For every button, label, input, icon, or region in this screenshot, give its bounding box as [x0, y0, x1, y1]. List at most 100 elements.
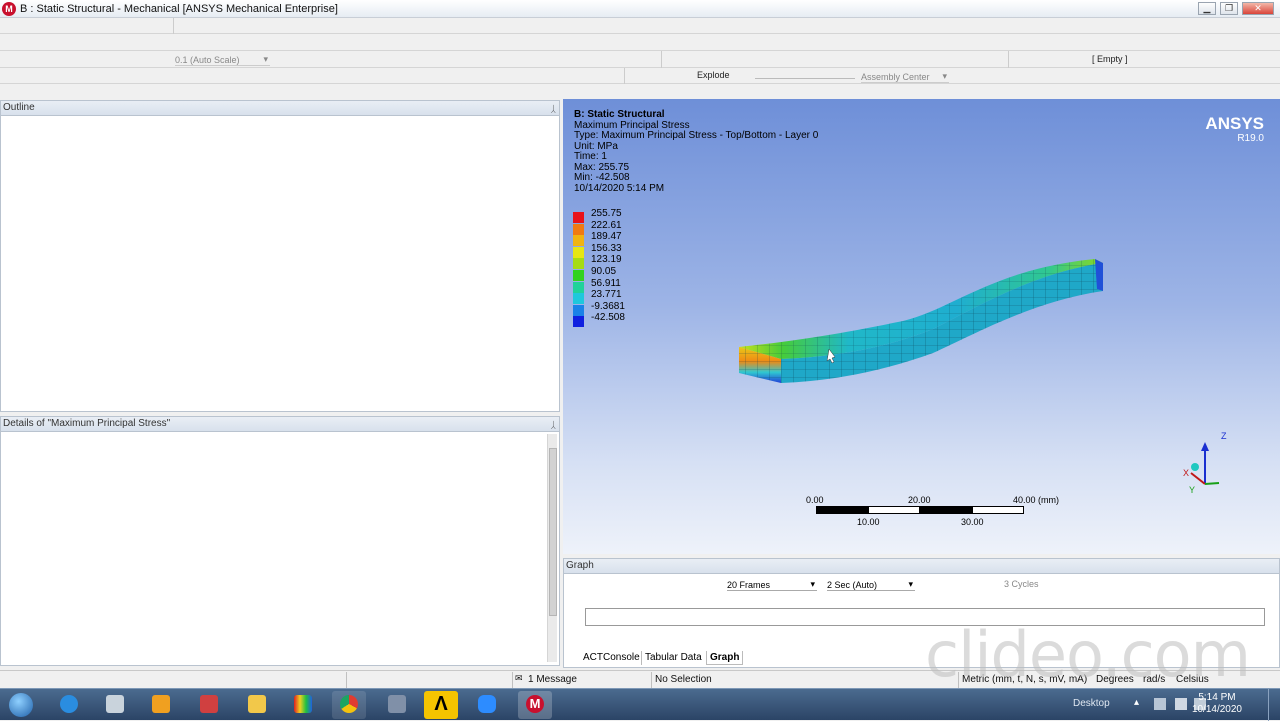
explode-slider[interactable]: [755, 78, 855, 79]
close-button[interactable]: ✕: [1242, 2, 1274, 15]
ansys-version: R19.0: [1237, 133, 1264, 144]
triad-y-axis: [1204, 482, 1220, 485]
assembly-center-value: Assembly Center: [861, 72, 930, 82]
frames-dropdown[interactable]: 20 Frames ▾: [727, 579, 817, 591]
scale-bar: [816, 506, 1026, 514]
taskbar-geometry[interactable]: [380, 691, 414, 719]
ansys-logo: ANSYS: [1205, 114, 1264, 133]
outline-title: Outline: [3, 102, 35, 113]
legend-swatch: [573, 235, 584, 247]
pin-icon[interactable]: ᛸ: [551, 102, 556, 116]
legend-value: 156.33: [591, 242, 622, 254]
taskbar-workbench[interactable]: [286, 691, 320, 719]
tray-expand-icon[interactable]: ▴: [1134, 697, 1139, 708]
status-divider: [346, 672, 347, 688]
legend-value: 90.05: [591, 266, 617, 277]
action-center-icon[interactable]: [1154, 698, 1166, 710]
scale-label-10: 10.00: [857, 517, 880, 527]
legend-value: 56.911: [591, 277, 621, 289]
tab-actconsole[interactable]: ACTConsole: [580, 651, 643, 665]
outline-header: Outline ᛸ: [0, 100, 560, 116]
ansys-icon: Λ: [434, 693, 448, 715]
toolbar-row-3: 0.1 (Auto Scale) ▾ [ Empty ]: [0, 51, 1280, 68]
app-icon[interactable]: M: [2, 2, 16, 16]
title-bar: M B : Static Structural - Mechanical [AN…: [0, 0, 1280, 18]
tab-graph[interactable]: Graph: [706, 651, 744, 665]
folder-icon: [248, 695, 266, 713]
show-desktop-button[interactable]: [1268, 689, 1280, 721]
taskbar-explorer[interactable]: [240, 691, 274, 719]
status-divider: [512, 672, 513, 688]
legend-swatch: [573, 223, 584, 235]
tab-tabular-data[interactable]: Tabular Data: [641, 651, 705, 665]
chevron-down-icon: ▾: [942, 71, 947, 81]
beam-model[interactable]: [733, 249, 1113, 389]
scale-label-30: 30.00: [961, 517, 984, 527]
outline-tree[interactable]: [0, 116, 560, 412]
triad-iso-ball[interactable]: [1191, 463, 1199, 471]
toolbar-divider: [624, 68, 625, 84]
legend-value: 189.47: [591, 231, 622, 243]
speed-dropdown[interactable]: 2 Sec (Auto) ▾: [827, 579, 915, 591]
status-messages[interactable]: 1 Message: [528, 674, 577, 685]
details-header: Details of "Maximum Principal Stress" ᛸ: [0, 416, 560, 432]
legend-entry[interactable]: -42.508: [563, 312, 653, 328]
legend-swatch: [573, 281, 584, 293]
legend-swatch: [573, 293, 584, 305]
legend-swatch: [573, 258, 584, 270]
triad-y-label: Y: [1189, 485, 1196, 495]
chevron-down-icon: ▾: [908, 579, 913, 589]
system-clock[interactable]: 5:14 PM 10/14/2020: [1192, 692, 1242, 716]
scale-label-20: 20.00: [908, 495, 931, 505]
start-button[interactable]: [4, 691, 36, 719]
contour-legend[interactable]: 255.75 222.61 189.47 156.33 123.19 90.05 56.91…: [563, 208, 663, 332]
chevron-down-icon: ▾: [810, 579, 815, 589]
triad-z-label: Z: [1221, 431, 1227, 441]
taskbar-chrome[interactable]: [332, 691, 366, 719]
taskbar-snipping[interactable]: [192, 691, 226, 719]
details-panel: Details of "Maximum Principal Stress" ᛸ: [0, 416, 560, 666]
legend-value: 23.771: [591, 289, 622, 301]
graphics-viewport[interactable]: B: Static Structural Maximum Principal S…: [563, 99, 1280, 554]
legend-swatch: [573, 270, 584, 281]
restore-button[interactable]: ❐: [1220, 2, 1238, 15]
windows-logo-icon: [9, 693, 33, 717]
watermark: clideo.com: [925, 618, 1251, 691]
scale-bar-segment: [868, 506, 920, 514]
calculator-icon: [106, 695, 124, 713]
details-scrollbar[interactable]: [547, 434, 557, 662]
viewport-result-type: Type: Maximum Principal Stress - Top/Bot…: [574, 130, 819, 141]
legend-swatch: [573, 246, 584, 258]
scrollbar-thumb[interactable]: [549, 448, 557, 616]
graph-title: Graph: [566, 560, 594, 571]
viewport-date: 10/14/2020 5:14 PM: [574, 183, 665, 194]
pin-icon[interactable]: ᛸ: [551, 418, 556, 432]
taskbar-zoom[interactable]: [470, 691, 504, 719]
details-title: Details of "Maximum Principal Stress": [3, 418, 171, 429]
legend-swatch: [573, 304, 584, 316]
status-divider: [651, 672, 652, 688]
triad-z-arrow: [1201, 442, 1209, 451]
assembly-center-dropdown[interactable]: Assembly Center ▾: [861, 71, 949, 83]
taskbar-calculator[interactable]: [98, 691, 132, 719]
internet-explorer-icon: [60, 695, 78, 713]
chevron-down-icon: ▾: [263, 54, 268, 64]
taskbar-media[interactable]: [144, 691, 178, 719]
network-icon[interactable]: [1175, 698, 1187, 710]
legend-value: -9.3681: [591, 300, 625, 312]
taskbar-ansys[interactable]: Λ: [424, 691, 458, 719]
details-grid[interactable]: [0, 432, 560, 666]
scale-label-0: 0.00: [806, 495, 824, 505]
empty-field[interactable]: [ Empty ]: [1092, 54, 1128, 64]
scale-bar-segment: [920, 506, 972, 514]
mechanical-icon: M: [526, 695, 544, 713]
taskbar-mechanical[interactable]: M: [518, 691, 552, 719]
taskbar-ie[interactable]: [52, 691, 86, 719]
desktop-toolbar[interactable]: Desktop: [1073, 698, 1110, 709]
minimize-button[interactable]: ▁: [1198, 2, 1216, 15]
status-selection: No Selection: [655, 674, 712, 685]
geometry-icon: [388, 695, 406, 713]
scale-dropdown[interactable]: 0.1 (Auto Scale) ▾: [175, 54, 270, 66]
triad-x-axis: [1190, 472, 1206, 485]
graph-header: Graph: [563, 558, 1280, 574]
